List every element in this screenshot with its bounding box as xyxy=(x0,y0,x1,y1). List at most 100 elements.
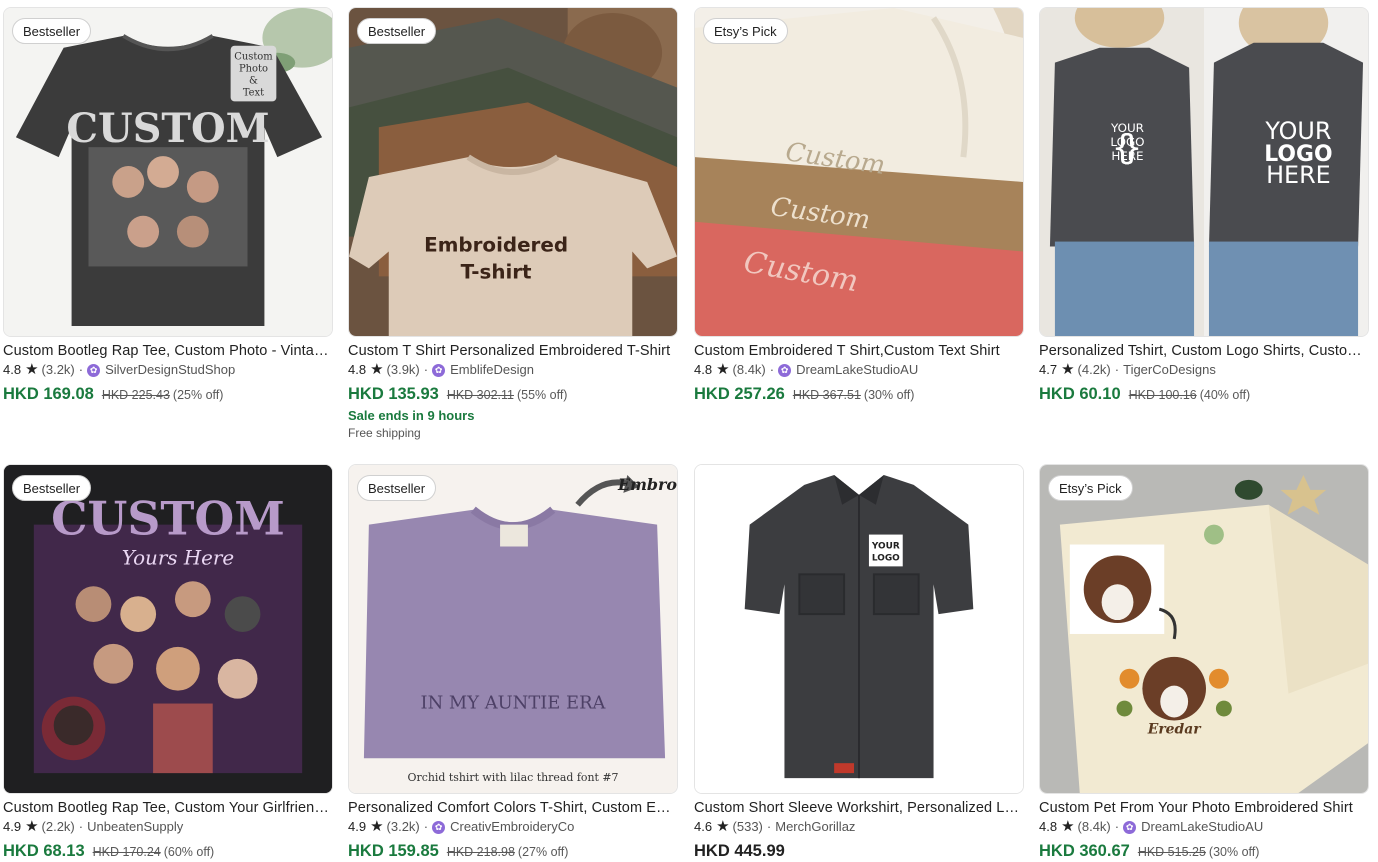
listing-card[interactable]: YOUR LOGO HERE { } YOUR LOGO HERE Person… xyxy=(1039,7,1369,404)
review-count: (533) xyxy=(732,819,763,834)
listing-card[interactable]: Custom Custom Custom Etsy’s Pick Custom … xyxy=(694,7,1024,404)
star-icon: ★ xyxy=(1061,818,1075,835)
listing-thumbnail[interactable]: Embroidered T-shirt Bestseller xyxy=(348,7,678,337)
separator-dot: · xyxy=(423,362,429,377)
etsys-pick-badge: Etsy’s Pick xyxy=(1048,475,1133,501)
logo-workshirt-image: YOUR LOGO xyxy=(695,465,1023,793)
svg-text:Embroidered: Embroidered xyxy=(424,234,568,257)
star-icon: ★ xyxy=(370,818,384,835)
price-row: HKD 360.67 HKD 515.25 (30% off) xyxy=(1039,842,1369,861)
listing-thumbnail[interactable]: CUSTOM Custom Photo & Text Bestseller xyxy=(3,7,333,337)
listing-thumbnail[interactable]: YOUR LOGO HERE { } YOUR LOGO HERE xyxy=(1039,7,1369,337)
discount-label: (25% off) xyxy=(172,388,224,402)
original-price: HKD 225.43 xyxy=(101,388,170,402)
star-icon: ★ xyxy=(716,818,730,835)
auntie-era-orchid-tshirt-image: Embro IN MY AUNTIE ERA Orchid tshirt wit… xyxy=(349,465,677,793)
shop-name[interactable]: MerchGorillaz xyxy=(775,818,855,836)
svg-text:CUSTOM: CUSTOM xyxy=(51,492,285,546)
sale-price: HKD 68.13 xyxy=(3,842,85,860)
separator-dot: · xyxy=(1114,362,1120,377)
star-seller-icon: ✿ xyxy=(778,363,792,377)
star-seller-icon: ✿ xyxy=(432,363,446,377)
discount-label: (30% off) xyxy=(1208,845,1260,859)
embroidered-tshirt-stack-image: Embroidered T-shirt xyxy=(349,8,677,336)
free-shipping-label: Free shipping xyxy=(348,426,421,440)
separator-dot: · xyxy=(78,819,84,834)
svg-text:Eredar: Eredar xyxy=(1147,721,1203,737)
price-row: HKD 135.93 HKD 302.11 (55% off) xyxy=(348,385,678,404)
review-count: (2.2k) xyxy=(41,819,75,834)
price: HKD 445.99 xyxy=(694,842,785,860)
shop-name[interactable]: UnbeatenSupply xyxy=(87,818,183,836)
rating-value: 4.7 xyxy=(1039,362,1058,377)
sale-price: HKD 60.10 xyxy=(1039,385,1121,403)
review-count: (3.9k) xyxy=(386,362,420,377)
sale-price: HKD 257.26 xyxy=(694,385,785,403)
listing-title[interactable]: Custom Embroidered T Shirt,Custom Text S… xyxy=(694,342,1020,361)
review-count: (3.2k) xyxy=(41,362,75,377)
svg-text:T-shirt: T-shirt xyxy=(461,260,532,283)
shop-name[interactable]: SilverDesignStudShop xyxy=(105,361,235,379)
star-seller-icon: ✿ xyxy=(87,363,101,377)
custom-girlfriend-bootleg-tee-image: CUSTOM Yours Here xyxy=(4,465,332,793)
listing-title[interactable]: Personalized Tshirt, Custom Logo Shirts,… xyxy=(1039,342,1365,361)
svg-text:LOGO: LOGO xyxy=(872,553,900,563)
shop-name[interactable]: EmblifeDesign xyxy=(450,361,534,379)
listing-thumbnail[interactable]: YOUR LOGO xyxy=(694,464,1024,794)
star-seller-icon: ✿ xyxy=(1123,820,1137,834)
shop-name[interactable]: DreamLakeStudioAU xyxy=(796,361,918,379)
svg-text:IN MY AUNTIE ERA: IN MY AUNTIE ERA xyxy=(421,693,607,714)
separator-dot: · xyxy=(766,819,772,834)
rating-value: 4.8 xyxy=(3,362,22,377)
price-row: HKD 445.99 xyxy=(694,842,1024,861)
listing-grid: CUSTOM Custom Photo & Text Bestseller Cu… xyxy=(0,0,1378,862)
listing-title[interactable]: Custom T Shirt Personalized Embroidered … xyxy=(348,342,674,361)
star-icon: ★ xyxy=(25,818,39,835)
discount-label: (27% off) xyxy=(517,845,569,859)
svg-text:CUSTOM: CUSTOM xyxy=(66,106,269,152)
review-count: (8.4k) xyxy=(732,362,766,377)
listing-rating-row: 4.9 ★ (3.2k) · ✿ CreativEmbroideryCo xyxy=(348,818,678,836)
discount-label: (30% off) xyxy=(863,388,915,402)
shop-name[interactable]: CreativEmbroideryCo xyxy=(450,818,574,836)
svg-text:Photo: Photo xyxy=(239,64,268,75)
listing-rating-row: 4.9 ★ (2.2k) · UnbeatenSupply xyxy=(3,818,333,836)
separator-dot: · xyxy=(769,362,775,377)
listing-title[interactable]: Personalized Comfort Colors T-Shirt, Cus… xyxy=(348,799,674,818)
listing-card[interactable]: CUSTOM Custom Photo & Text Bestseller Cu… xyxy=(3,7,333,404)
bestseller-badge: Bestseller xyxy=(357,475,437,501)
listing-card[interactable]: YOUR LOGO Custom Short Sleeve Workshirt,… xyxy=(694,464,1024,861)
original-price: HKD 218.98 xyxy=(446,845,515,859)
listing-title[interactable]: Custom Pet From Your Photo Embroidered S… xyxy=(1039,799,1365,818)
rating-value: 4.8 xyxy=(694,362,713,377)
listing-card[interactable]: CUSTOM Yours Here Bestseller Custom Boot… xyxy=(3,464,333,861)
price-row: HKD 60.10 HKD 100.16 (40% off) xyxy=(1039,385,1369,404)
listing-card[interactable]: Embroidered T-shirt Bestseller Custom T … xyxy=(348,7,678,440)
shop-name[interactable]: TigerCoDesigns xyxy=(1123,361,1216,379)
shop-name[interactable]: DreamLakeStudioAU xyxy=(1141,818,1263,836)
listing-thumbnail[interactable]: Custom Custom Custom Etsy’s Pick xyxy=(694,7,1024,337)
listing-card[interactable]: Embro IN MY AUNTIE ERA Orchid tshirt wit… xyxy=(348,464,678,861)
listing-title[interactable]: Custom Bootleg Rap Tee, Custom Your Girl… xyxy=(3,799,329,818)
rating-value: 4.9 xyxy=(348,819,367,834)
sale-price: HKD 360.67 xyxy=(1039,842,1130,860)
sale-price: HKD 135.93 xyxy=(348,385,439,403)
pet-embroidered-shirt-image: Eredar xyxy=(1040,465,1368,793)
price-row: HKD 257.26 HKD 367.51 (30% off) xyxy=(694,385,1024,404)
listing-thumbnail[interactable]: CUSTOM Yours Here Bestseller xyxy=(3,464,333,794)
listing-card[interactable]: Eredar Etsy’s Pick Custom Pet From Your … xyxy=(1039,464,1369,861)
rating-value: 4.9 xyxy=(3,819,22,834)
review-count: (4.2k) xyxy=(1077,362,1111,377)
price-row: HKD 159.85 HKD 218.98 (27% off) xyxy=(348,842,678,861)
listing-thumbnail[interactable]: Embro IN MY AUNTIE ERA Orchid tshirt wit… xyxy=(348,464,678,794)
price-row: HKD 169.08 HKD 225.43 (25% off) xyxy=(3,385,333,404)
listing-thumbnail[interactable]: Eredar Etsy’s Pick xyxy=(1039,464,1369,794)
your-logo-here-tshirt-image: YOUR LOGO HERE { } YOUR LOGO HERE xyxy=(1040,8,1368,336)
rating-value: 4.8 xyxy=(1039,819,1058,834)
discount-label: (40% off) xyxy=(1199,388,1251,402)
listing-title[interactable]: Custom Short Sleeve Workshirt, Personali… xyxy=(694,799,1020,818)
svg-text:Yours Here: Yours Here xyxy=(122,546,234,569)
listing-title[interactable]: Custom Bootleg Rap Tee, Custom Photo - V… xyxy=(3,342,329,361)
discount-label: (60% off) xyxy=(163,845,215,859)
sale-price: HKD 169.08 xyxy=(3,385,94,403)
